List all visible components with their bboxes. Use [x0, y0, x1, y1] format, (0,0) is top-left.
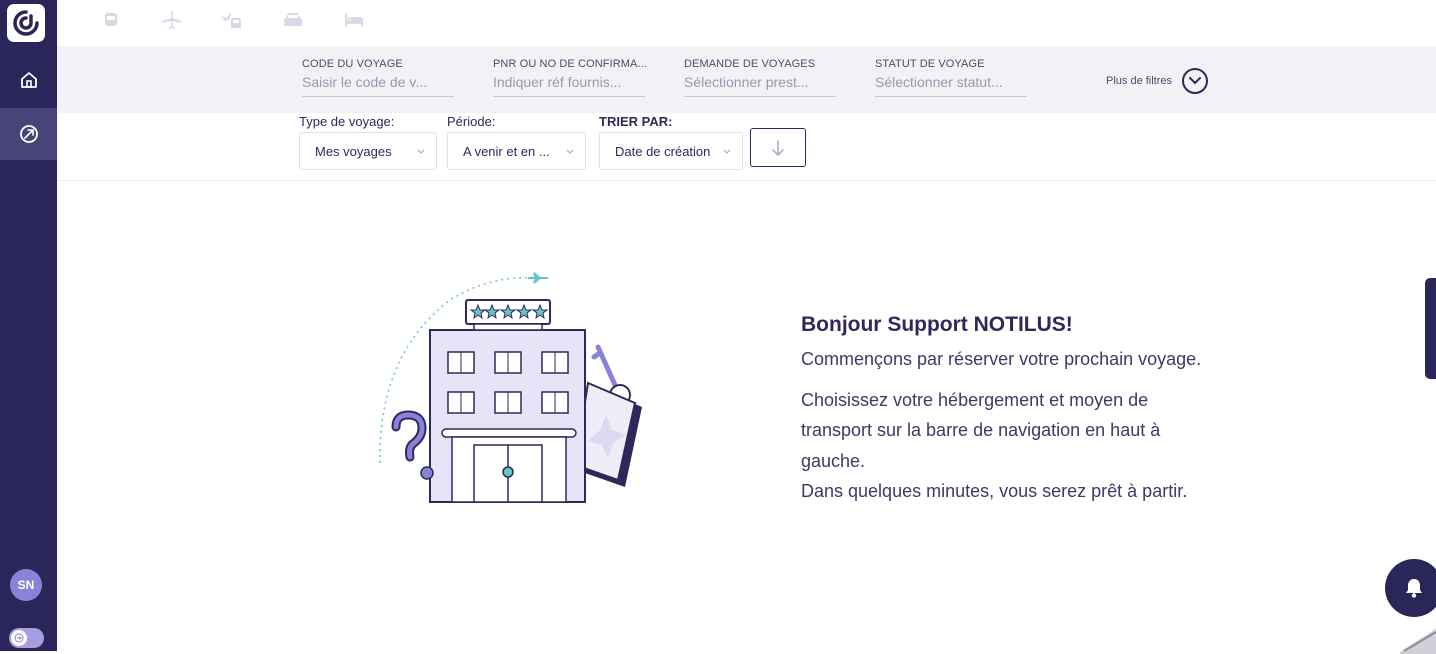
more-filters-button[interactable]: Plus de filtres	[1106, 68, 1209, 94]
filter-label: STATUT DE VOYAGE	[875, 58, 985, 70]
more-filters-label: Plus de filtres	[1106, 75, 1173, 87]
nav-hotel[interactable]	[341, 8, 367, 32]
welcome-instruction-1: Choisissez votre hébergement et moyen de	[801, 389, 1149, 410]
chevron-down-icon	[566, 149, 574, 154]
trip-code-input[interactable]: Saisir le code de v...	[302, 74, 454, 90]
page-curl-icon	[1400, 628, 1436, 654]
sort-by-label: TRIER PAR:	[599, 114, 673, 129]
plane-icon	[162, 11, 181, 29]
side-panel-tab[interactable]	[1425, 278, 1436, 379]
travel-request-filter[interactable]: DEMANDE DE VOYAGES Sélectionner prest...	[684, 58, 836, 97]
arrow-down-icon	[772, 139, 784, 156]
transport-nav	[57, 0, 1436, 46]
travel-request-select[interactable]: Sélectionner prest...	[684, 74, 836, 90]
filter-label: CODE DU VOYAGE	[302, 58, 403, 70]
car-icon	[284, 13, 302, 26]
toggle-knob	[11, 630, 27, 646]
nav-car[interactable]	[280, 8, 306, 32]
welcome-instruction-3: gauche.	[801, 450, 866, 471]
train-icon	[105, 13, 117, 26]
nav-flight-train[interactable]	[218, 8, 244, 32]
welcome-message: Bonjour Support NOTILUS! Commençons par …	[801, 313, 1301, 507]
trip-type-group: Type de voyage: Mes voyages	[299, 114, 437, 170]
sort-direction-button[interactable]	[750, 128, 806, 167]
sidebar-item-home[interactable]	[0, 54, 57, 106]
trip-status-select[interactable]: Sélectionner statut...	[875, 74, 1027, 90]
welcome-title: Bonjour Support NOTILUS!	[801, 313, 1073, 336]
chevron-down-icon	[723, 149, 731, 154]
welcome-instruction-2: transport sur la barre de navigation en …	[801, 420, 1161, 440]
trip-status-filter[interactable]: STATUT DE VOYAGE Sélectionner statut...	[875, 58, 1027, 97]
nav-flight[interactable]	[158, 8, 184, 32]
logo-icon	[13, 10, 39, 36]
trip-code-filter[interactable]: CODE DU VOYAGE Saisir le code de v...	[302, 58, 454, 97]
period-value: A venir et en ...	[463, 143, 550, 159]
nav-train[interactable]	[98, 8, 124, 32]
welcome-instruction-4: Dans quelques minutes, vous serez prêt à…	[801, 481, 1188, 501]
period-label: Période:	[447, 114, 496, 129]
sidebar-collapse-toggle[interactable]	[9, 628, 44, 648]
plane-train-icon	[221, 13, 241, 28]
chevron-down-icon	[1182, 68, 1209, 94]
trip-type-select[interactable]: Mes voyages	[299, 132, 437, 170]
sort-by-select[interactable]: Date de création	[599, 132, 743, 170]
sidebar-item-trips[interactable]	[0, 108, 57, 160]
period-group: Période: A venir et en ...	[447, 114, 586, 170]
trip-type-value: Mes voyages	[315, 143, 392, 159]
bed-icon	[345, 14, 363, 26]
trip-type-label: Type de voyage:	[299, 114, 395, 129]
welcome-line: Commençons par réserver votre prochain v…	[801, 349, 1202, 369]
app-logo[interactable]	[7, 4, 45, 42]
home-icon	[20, 72, 37, 88]
sidebar: SN	[0, 0, 57, 651]
sort-by-value: Date de création	[615, 143, 711, 159]
pnr-filter[interactable]: PNR OU NO DE CONFIRMA... Indiquer réf fo…	[493, 58, 647, 97]
sort-by-group: TRIER PAR: Date de création	[599, 114, 743, 170]
bell-icon	[1406, 579, 1422, 598]
chevron-down-icon	[417, 149, 425, 154]
filter-label: PNR OU NO DE CONFIRMA...	[493, 58, 647, 70]
hotel-illustration	[379, 272, 642, 503]
compass-icon	[19, 125, 38, 143]
filter-bar: CODE DU VOYAGE Saisir le code de v... PN…	[57, 46, 1436, 113]
period-select[interactable]: A venir et en ...	[447, 132, 586, 170]
avatar[interactable]: SN	[10, 569, 42, 601]
notifications-button[interactable]	[1385, 559, 1436, 617]
sort-row: Type de voyage: Mes voyages Période: A v…	[57, 113, 1436, 181]
filter-label: DEMANDE DE VOYAGES	[684, 58, 816, 70]
arrow-right-icon	[14, 633, 24, 643]
pnr-input[interactable]: Indiquer réf fournis...	[493, 74, 645, 90]
